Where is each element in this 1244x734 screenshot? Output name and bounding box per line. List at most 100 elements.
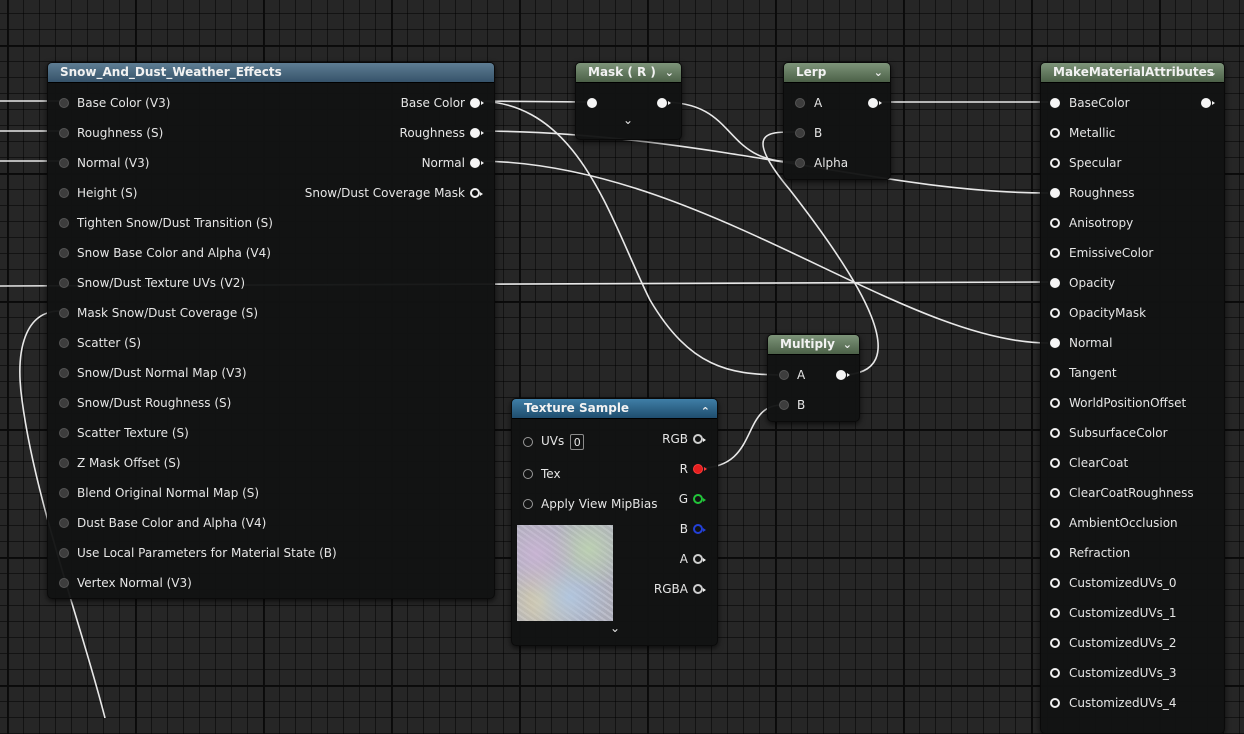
snow-output-pin[interactable] (470, 98, 484, 108)
chevron-down-icon[interactable]: ⌄ (874, 63, 883, 82)
snow-input-pin[interactable] (59, 518, 69, 528)
snow-input-pin[interactable] (59, 578, 69, 588)
snow-output-label: Roughness (399, 126, 465, 140)
uv-index-field[interactable]: 0 (570, 433, 585, 450)
snow-input-pin[interactable] (59, 128, 69, 138)
snow-input-pin[interactable] (59, 188, 69, 198)
node-header[interactable]: MakeMaterialAttributes ⌄ (1041, 63, 1224, 83)
chevron-down-icon[interactable]: ⌄ (843, 335, 852, 354)
mma-input-pin[interactable] (1050, 158, 1060, 168)
snow-input-pin[interactable] (59, 548, 69, 558)
multiply-node[interactable]: Multiply ⌄ A B (767, 334, 860, 422)
snow-output-pin[interactable] (470, 188, 483, 198)
lerp-input-a-pin[interactable] (795, 98, 805, 108)
chevron-up-icon[interactable]: ⌃ (701, 402, 710, 421)
texture-output-rgb-label: RGB (662, 432, 688, 446)
mma-input-pin[interactable] (1050, 638, 1060, 648)
snow-input-pin[interactable] (59, 338, 69, 348)
make-material-attributes-node[interactable]: MakeMaterialAttributes ⌄ BaseColor Metall… (1040, 62, 1225, 734)
wire-normal-to-mma (475, 160, 1049, 344)
mma-input-pin[interactable] (1050, 398, 1060, 408)
snow-output-pin[interactable] (470, 158, 484, 168)
texture-output-rgba-label: RGBA (653, 582, 688, 596)
snow-input-pin[interactable] (59, 158, 69, 168)
snow-input-pin[interactable] (59, 488, 69, 498)
mask-r-node[interactable]: Mask ( R ) ⌄ ⌄ (575, 62, 682, 140)
mma-output-pin[interactable] (1201, 98, 1215, 108)
snow-input-pin[interactable] (59, 98, 69, 108)
node-header[interactable]: Multiply ⌄ (768, 335, 859, 355)
chevron-down-icon[interactable]: ⌄ (1208, 63, 1217, 82)
multiply-input-a-pin[interactable] (779, 370, 789, 380)
snow-input-label: Snow/Dust Roughness (S) (77, 396, 232, 410)
mma-input-pin[interactable] (1050, 278, 1060, 288)
mma-input-pin[interactable] (1050, 548, 1060, 558)
snow-input-pin[interactable] (59, 248, 69, 258)
node-header[interactable]: Mask ( R ) ⌄ (576, 63, 681, 83)
mma-input-pin[interactable] (1050, 608, 1060, 618)
snow-input-pin[interactable] (59, 368, 69, 378)
mask-output-pin[interactable] (657, 98, 671, 108)
multiply-input-b-pin[interactable] (779, 400, 789, 410)
texture-output-g-pin[interactable] (693, 494, 706, 504)
mma-input-pin[interactable] (1050, 338, 1060, 348)
mma-input-label: Opacity (1069, 276, 1116, 290)
mma-input-label: OpacityMask (1069, 306, 1147, 320)
texture-sample-node[interactable]: Texture Sample ⌃ UVs 0 Tex Apply View Mip… (511, 398, 718, 646)
node-header[interactable]: Lerp ⌄ (784, 63, 890, 83)
mma-input-pin[interactable] (1050, 368, 1060, 378)
texture-output-a-pin[interactable] (693, 554, 706, 564)
chevron-down-icon[interactable]: ⌄ (610, 621, 620, 635)
snow-dust-weather-effects-node[interactable]: Snow_And_Dust_Weather_Effects Base Color… (47, 62, 495, 599)
mma-input-pin[interactable] (1050, 98, 1060, 108)
texture-output-rgb-pin[interactable] (693, 434, 706, 444)
snow-input-pin[interactable] (59, 278, 69, 288)
texture-output-rgba-pin[interactable] (693, 584, 706, 594)
mma-input-pin[interactable] (1050, 668, 1060, 678)
mma-input-pin[interactable] (1050, 458, 1060, 468)
snow-input-pin[interactable] (59, 308, 69, 318)
texture-input-uvs-pin[interactable] (523, 437, 533, 447)
lerp-output-pin[interactable] (868, 98, 882, 108)
snow-input-label: Normal (V3) (77, 156, 150, 170)
mma-input-pin[interactable] (1050, 248, 1060, 258)
mma-input-pin[interactable] (1050, 128, 1060, 138)
mma-input-pin[interactable] (1050, 428, 1060, 438)
mma-input-pin[interactable] (1050, 698, 1060, 708)
chevron-down-icon[interactable]: ⌄ (665, 63, 674, 82)
multiply-output-pin[interactable] (836, 370, 850, 380)
lerp-input-alpha-pin[interactable] (795, 158, 805, 168)
texture-input-tex-pin[interactable] (523, 469, 533, 479)
texture-output-g-label: G (678, 492, 688, 506)
mma-input-label: CustomizedUVs_4 (1069, 696, 1177, 710)
node-title: Texture Sample (524, 401, 630, 415)
snow-input-pin[interactable] (59, 218, 69, 228)
mma-input-pin[interactable] (1050, 518, 1060, 528)
texture-preview-thumbnail (517, 525, 613, 621)
mma-input-label: Tangent (1069, 366, 1117, 380)
snow-output-pin[interactable] (470, 128, 484, 138)
mma-input-pin[interactable] (1050, 308, 1060, 318)
snow-input-pin[interactable] (59, 398, 69, 408)
snow-input-pin[interactable] (59, 458, 69, 468)
node-title: MakeMaterialAttributes (1053, 65, 1214, 79)
snow-input-label: Dust Base Color and Alpha (V4) (77, 516, 267, 530)
node-title: Mask ( R ) (588, 65, 656, 79)
mma-input-pin[interactable] (1050, 488, 1060, 498)
texture-output-r-pin[interactable] (693, 464, 707, 474)
mma-input-pin[interactable] (1050, 218, 1060, 228)
mask-input-pin[interactable] (587, 98, 597, 108)
node-header[interactable]: Texture Sample ⌃ (512, 399, 717, 419)
lerp-node[interactable]: Lerp ⌄ A B Alpha (783, 62, 891, 180)
mma-input-pin[interactable] (1050, 578, 1060, 588)
mma-input-pin[interactable] (1050, 188, 1060, 198)
snow-input-label: Snow/Dust Texture UVs (V2) (77, 276, 246, 290)
node-header[interactable]: Snow_And_Dust_Weather_Effects (48, 63, 494, 83)
texture-input-mipbias-pin[interactable] (523, 499, 533, 509)
texture-output-b-pin[interactable] (693, 524, 706, 534)
snow-output-label: Normal (421, 156, 465, 170)
chevron-down-icon[interactable]: ⌄ (623, 113, 633, 127)
lerp-input-b-pin[interactable] (795, 128, 805, 138)
snow-input-pin[interactable] (59, 428, 69, 438)
mma-input-label: ClearCoat (1069, 456, 1129, 470)
